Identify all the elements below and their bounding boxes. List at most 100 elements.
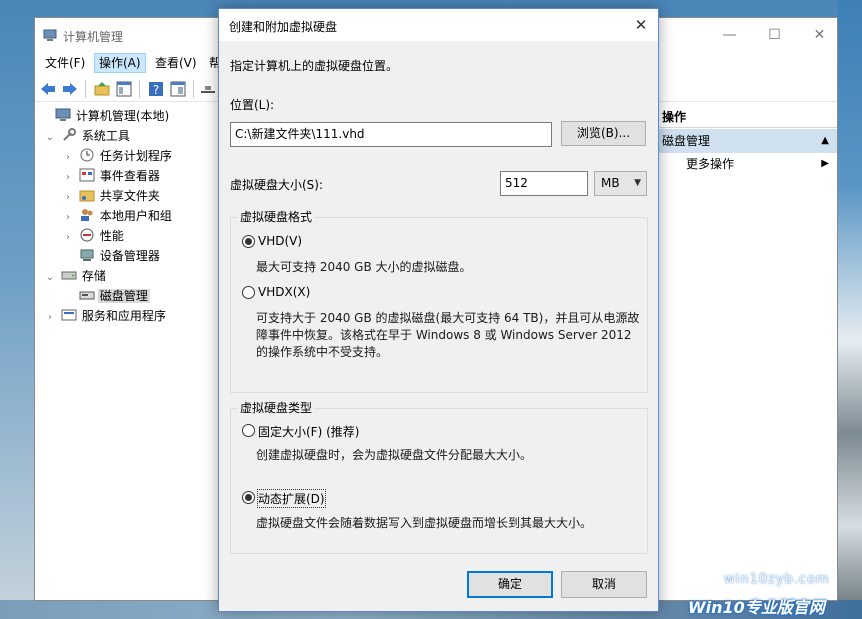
tree-item-services-apps[interactable]: › 服务和应用程序 <box>43 306 168 326</box>
size-unit-select[interactable]: MB ▼ <box>594 171 647 196</box>
dynamic-expand-description: 虚拟硬盘文件会随着数据写入到虚拟硬盘而增长到其最大大小。 <box>256 515 592 532</box>
tree-item-label: 本地用户和组 <box>99 209 172 223</box>
tree-item-label: 服务和应用程序 <box>81 309 166 323</box>
window-title: 计算机管理 <box>63 30 124 44</box>
computer-management-icon <box>55 108 71 121</box>
actions-section-disk-management[interactable]: 磁盘管理 ▲ <box>658 129 837 153</box>
fixed-size-radio-label[interactable]: 固定大小(F) (推荐) <box>258 423 359 440</box>
vhdx-radio-label[interactable]: VHDX(X) <box>258 285 310 299</box>
vhdx-description-line: 的操作系统中不受支持。 <box>256 345 389 359</box>
dialog-title: 创建和附加虚拟硬盘 <box>229 20 338 34</box>
tree-item-device-manager[interactable]: 设备管理器 <box>61 246 162 266</box>
tree-item-storage[interactable]: ⌄ 存储 <box>43 266 108 286</box>
vhdx-description-line: 障事件中恢复。该格式在早于 Windows 8 或 Windows Server… <box>256 328 632 342</box>
help-icon[interactable]: ? <box>147 80 165 98</box>
vhdx-description: 可支持大于 2040 GB 的虚拟磁盘(最大可支持 64 TB)，并且可从电源故… <box>256 310 639 361</box>
services-icon <box>61 309 77 321</box>
computer-management-icon <box>43 29 57 41</box>
size-input[interactable]: 512 <box>500 171 588 196</box>
show-hide-tree-icon[interactable] <box>115 80 133 98</box>
vhdx-radio[interactable] <box>242 286 255 299</box>
back-arrow-icon[interactable] <box>39 80 57 98</box>
actions-pane: 操作 磁盘管理 ▲ 更多操作 ▶ <box>657 106 837 600</box>
location-input[interactable]: C:\新建文件夹\111.vhd <box>230 122 552 147</box>
more-actions-item[interactable]: 更多操作 ▶ <box>658 153 837 175</box>
disk-icon <box>79 291 95 300</box>
svg-text:?: ? <box>153 83 159 97</box>
ok-button[interactable]: 确定 <box>467 571 553 598</box>
event-viewer-icon <box>79 168 95 182</box>
location-label: 位置(L): <box>230 98 275 112</box>
tree-item-label: 设备管理器 <box>99 249 160 263</box>
fixed-size-description-line: 创建虚拟硬盘时，会为虚拟硬盘文件分配最大大小。 <box>256 448 533 462</box>
vhd-radio-label[interactable]: VHD(V) <box>258 234 302 248</box>
dialog-instruction: 指定计算机上的虚拟硬盘位置。 <box>230 59 399 73</box>
dialog-close-button[interactable]: ✕ <box>624 9 658 41</box>
watermark-site-name: Win10专业版官网 <box>688 598 825 617</box>
tree-item-disk-management[interactable]: 磁盘管理 <box>61 286 150 306</box>
tree-item-task-scheduler[interactable]: › 任务计划程序 <box>61 146 174 166</box>
users-icon <box>80 209 93 221</box>
collapse-caret-icon[interactable]: ▲ <box>821 129 829 153</box>
cancel-button[interactable]: 取消 <box>561 571 647 598</box>
tree-item-label: 计算机管理(本地) <box>75 109 170 123</box>
chevron-down-icon[interactable]: ⌄ <box>43 128 57 148</box>
tree-item-computer-management[interactable]: 计算机管理(本地) <box>37 106 171 126</box>
tree-item-label: 事件查看器 <box>99 169 160 183</box>
clock-icon <box>80 148 94 162</box>
close-button[interactable]: ✕ <box>797 20 842 50</box>
properties-icon[interactable] <box>169 80 187 98</box>
tree-item-label: 任务计划程序 <box>99 149 172 163</box>
actions-header: 操作 <box>658 106 837 128</box>
tree-item-label: 性能 <box>99 229 124 243</box>
tree-item-label: 共享文件夹 <box>99 189 160 203</box>
menu-view[interactable]: 查看(V) <box>151 53 201 73</box>
toolbar-separator <box>139 80 140 98</box>
tree-item-local-users[interactable]: › 本地用户和组 <box>61 206 174 226</box>
minimize-button[interactable]: — <box>707 20 752 50</box>
tools-icon <box>63 128 76 141</box>
chevron-right-icon[interactable]: › <box>61 208 75 228</box>
browse-button[interactable]: 浏览(B)... <box>561 121 646 146</box>
chevron-right-icon[interactable]: › <box>61 168 75 188</box>
performance-icon <box>80 228 94 242</box>
submenu-arrow-icon: ▶ <box>821 158 829 169</box>
vhd-description-line: 最大可支持 2040 GB 大小的虚拟磁盘。 <box>256 260 472 274</box>
chevron-right-icon[interactable]: › <box>61 228 75 248</box>
up-folder-icon[interactable] <box>93 80 111 98</box>
menu-file[interactable]: 文件(F) <box>41 53 89 73</box>
tree-item-event-viewer[interactable]: › 事件查看器 <box>61 166 162 186</box>
chevron-right-icon[interactable]: › <box>61 148 75 168</box>
tree-item-system-tools[interactable]: ⌄ 系统工具 <box>43 126 132 146</box>
tree-item-performance[interactable]: › 性能 <box>61 226 126 246</box>
watermark-url: win10zyb.com <box>724 572 830 587</box>
chevron-right-icon[interactable]: › <box>43 308 57 328</box>
forward-arrow-icon[interactable] <box>61 80 79 98</box>
more-actions-label: 更多操作 <box>686 157 735 171</box>
vhd-description: 最大可支持 2040 GB 大小的虚拟磁盘。 <box>256 259 472 276</box>
menu-action[interactable]: 操作(A) <box>94 53 146 73</box>
dynamic-expand-description-line: 虚拟硬盘文件会随着数据写入到虚拟硬盘而增长到其最大大小。 <box>256 516 593 530</box>
type-group-label: 虚拟硬盘类型 <box>238 401 315 415</box>
toolbar-separator <box>193 80 194 98</box>
desktop-background <box>838 0 862 619</box>
dialog-titlebar[interactable]: 创建和附加虚拟硬盘 ✕ <box>219 9 658 41</box>
maximize-button[interactable]: ☐ <box>752 20 797 50</box>
device-manager-icon <box>80 249 94 261</box>
toolbar-separator <box>85 80 86 98</box>
dynamic-expand-radio-label[interactable]: 动态扩展(D) <box>257 489 326 508</box>
actions-section-label: 磁盘管理 <box>662 134 711 148</box>
tree-item-label: 磁盘管理 <box>97 289 150 303</box>
fixed-size-description: 创建虚拟硬盘时，会为虚拟硬盘文件分配最大大小。 <box>256 447 532 464</box>
chevron-down-icon[interactable]: ⌄ <box>43 268 57 288</box>
vhd-radio[interactable] <box>242 235 255 248</box>
dynamic-expand-radio[interactable] <box>242 491 255 504</box>
format-group-label: 虚拟硬盘格式 <box>238 210 315 224</box>
tree-item-label: 存储 <box>81 269 106 283</box>
storage-icon <box>61 271 77 280</box>
connect-icon[interactable] <box>199 80 217 98</box>
chevron-right-icon[interactable]: › <box>61 188 75 208</box>
tree-item-shared-folders[interactable]: › 共享文件夹 <box>61 186 162 206</box>
create-vhd-dialog: 创建和附加虚拟硬盘 ✕ 指定计算机上的虚拟硬盘位置。 位置(L): C:\新建文… <box>218 8 659 612</box>
fixed-size-radio[interactable] <box>242 424 255 437</box>
